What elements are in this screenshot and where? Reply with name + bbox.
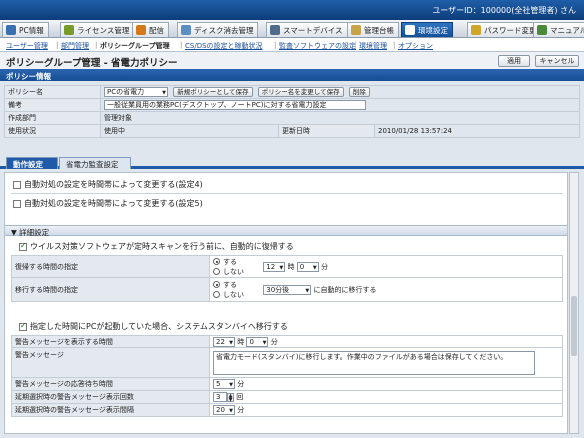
nav-distribution[interactable]: 配信: [132, 22, 169, 37]
apply-button[interactable]: 適用: [498, 55, 530, 67]
response-wait-select[interactable]: 5: [213, 379, 235, 389]
nav-license[interactable]: ライセンス管理: [60, 22, 135, 37]
standby-grid: 警告メッセージを表示する時間 22 時 0 分 警告メッセージ 省電力モード(ス…: [11, 335, 563, 417]
updated-value: 2010/01/28 13:57:24: [374, 124, 580, 138]
nav-password[interactable]: パスワード変更: [467, 22, 542, 37]
main-nav: PC情報 ライセンス管理 配信 ディスク消去管理 スマートデバイス 管理台帳 環…: [0, 20, 584, 38]
resume-grid: 復帰する時間の指定 する しない 12 時 0 分 移行する時間の指定 する し…: [11, 255, 563, 302]
resume-yes-radio[interactable]: する: [213, 257, 261, 267]
policy-info-table: ポリシー名 PCの省電力 新規ポリシーとして保存 ポリシー名を変更して保存 削除…: [4, 85, 580, 138]
subnav-policy-group: ポリシーグループ管理: [100, 42, 170, 50]
time-setting-5-row[interactable]: 自動対処の設定を時間帯によって変更する(設定5): [13, 198, 203, 209]
warn-hour-select[interactable]: 22: [213, 336, 235, 347]
resume-hour-select[interactable]: 12: [263, 261, 286, 272]
detail-settings-header[interactable]: ▼ 詳細設定: [5, 225, 567, 237]
standby-row[interactable]: 指定した時間にPCが起動していた場合、システムスタンバイへ移行する: [19, 321, 288, 332]
migrate-no-radio[interactable]: しない: [213, 290, 261, 300]
smartdevice-icon: [270, 25, 280, 35]
nav-pc-info[interactable]: PC情報: [2, 22, 49, 37]
settings-content: 自動対処の設定を時間帯によって変更する(設定4) 自動対処の設定を時間帯によって…: [4, 172, 568, 434]
time4-checkbox[interactable]: [13, 180, 21, 189]
tab-operation[interactable]: 動作設定: [6, 157, 58, 169]
warn-message-textarea[interactable]: 省電力モード(スタンバイ)に移行します。作業中のファイルがある場合は保存してくだ…: [213, 350, 535, 375]
policy-info-header: ポリシー情報: [0, 69, 584, 81]
time5-checkbox[interactable]: [13, 199, 21, 208]
rename-save-button[interactable]: ポリシー名を変更して保存: [257, 87, 344, 97]
dept-value: 管理対象: [100, 111, 580, 125]
tools-icon: [405, 25, 415, 35]
delay-interval-select[interactable]: 20: [213, 405, 235, 415]
page-title-bar: ポリシーグループ管理 - 省電力ポリシー 適用 キャンセル: [0, 52, 584, 69]
resume-no-radio[interactable]: しない: [213, 267, 261, 277]
virus-resume-checkbox[interactable]: [19, 241, 27, 251]
computer-icon: [6, 25, 16, 35]
policy-name-select[interactable]: PCの省電力: [104, 87, 168, 97]
note-field[interactable]: 一般従業員用の業務PC(デスクトップ、ノートPC)に対する省電力設定: [104, 100, 366, 110]
time-setting-4-row[interactable]: 自動対処の設定を時間帯によって変更する(設定4): [13, 179, 203, 190]
delete-button[interactable]: 削除: [348, 87, 370, 97]
license-icon: [64, 25, 74, 35]
user-info: ユーザーID：100000(全社管理者) さん: [432, 6, 576, 15]
nav-smart-device[interactable]: スマートデバイス: [266, 22, 348, 37]
subnav-dept-mgmt[interactable]: 部門管理: [61, 41, 89, 51]
top-bar: ユーザーID：100000(全社管理者) さん: [0, 0, 584, 20]
disk-icon: [181, 25, 191, 35]
nav-environment[interactable]: 環境設定: [401, 22, 453, 37]
nav-ledger[interactable]: 管理台帳: [347, 22, 399, 37]
subnav-audit-sw[interactable]: 監査ソフトウェアの設定: [279, 41, 356, 51]
subnav-options[interactable]: オプション: [398, 41, 433, 51]
scrollbar-thumb[interactable]: [571, 296, 577, 356]
subnav-user-mgmt[interactable]: ユーザー管理: [6, 41, 48, 51]
key-icon: [471, 25, 481, 35]
resume-minute-select[interactable]: 0: [296, 261, 319, 272]
virus-resume-row[interactable]: ウイルス対策ソフトウェアが定時スキャンを行う前に、自動的に復帰する: [19, 241, 294, 252]
cancel-button[interactable]: キャンセル: [535, 55, 579, 67]
standby-checkbox[interactable]: [19, 321, 27, 331]
sub-nav: ユーザー管理 | 部門管理 | ポリシーグループ管理 | CS/DSの設定と稼動…: [0, 38, 584, 52]
nav-disk-erase[interactable]: ディスク消去管理: [177, 22, 259, 37]
warn-minute-select[interactable]: 0: [246, 336, 269, 347]
delay-count-stepper[interactable]: ▲ ▼: [227, 392, 234, 402]
page-title: ポリシーグループ管理 - 省電力ポリシー: [6, 58, 178, 69]
status-value: 使用中: [100, 124, 279, 138]
subnav-env-mgmt[interactable]: 環境管理: [359, 41, 387, 51]
save-new-policy-button[interactable]: 新規ポリシーとして保存: [173, 87, 253, 97]
scrollbar[interactable]: [569, 172, 579, 434]
settings-tabs: 動作設定 省電力監査設定: [0, 157, 584, 169]
ledger-icon: [351, 25, 361, 35]
tab-power-audit[interactable]: 省電力監査設定: [59, 157, 131, 169]
nav-manual[interactable]: マニュアル: [533, 22, 584, 37]
manual-icon: [537, 25, 547, 35]
subnav-cs-ds[interactable]: CS/DSの設定と稼動状況: [185, 41, 263, 51]
delay-count-field[interactable]: 3: [213, 392, 227, 402]
migrate-yes-radio[interactable]: する: [213, 280, 261, 290]
distribution-icon: [136, 25, 146, 35]
migrate-after-select[interactable]: 30分後: [263, 284, 312, 295]
